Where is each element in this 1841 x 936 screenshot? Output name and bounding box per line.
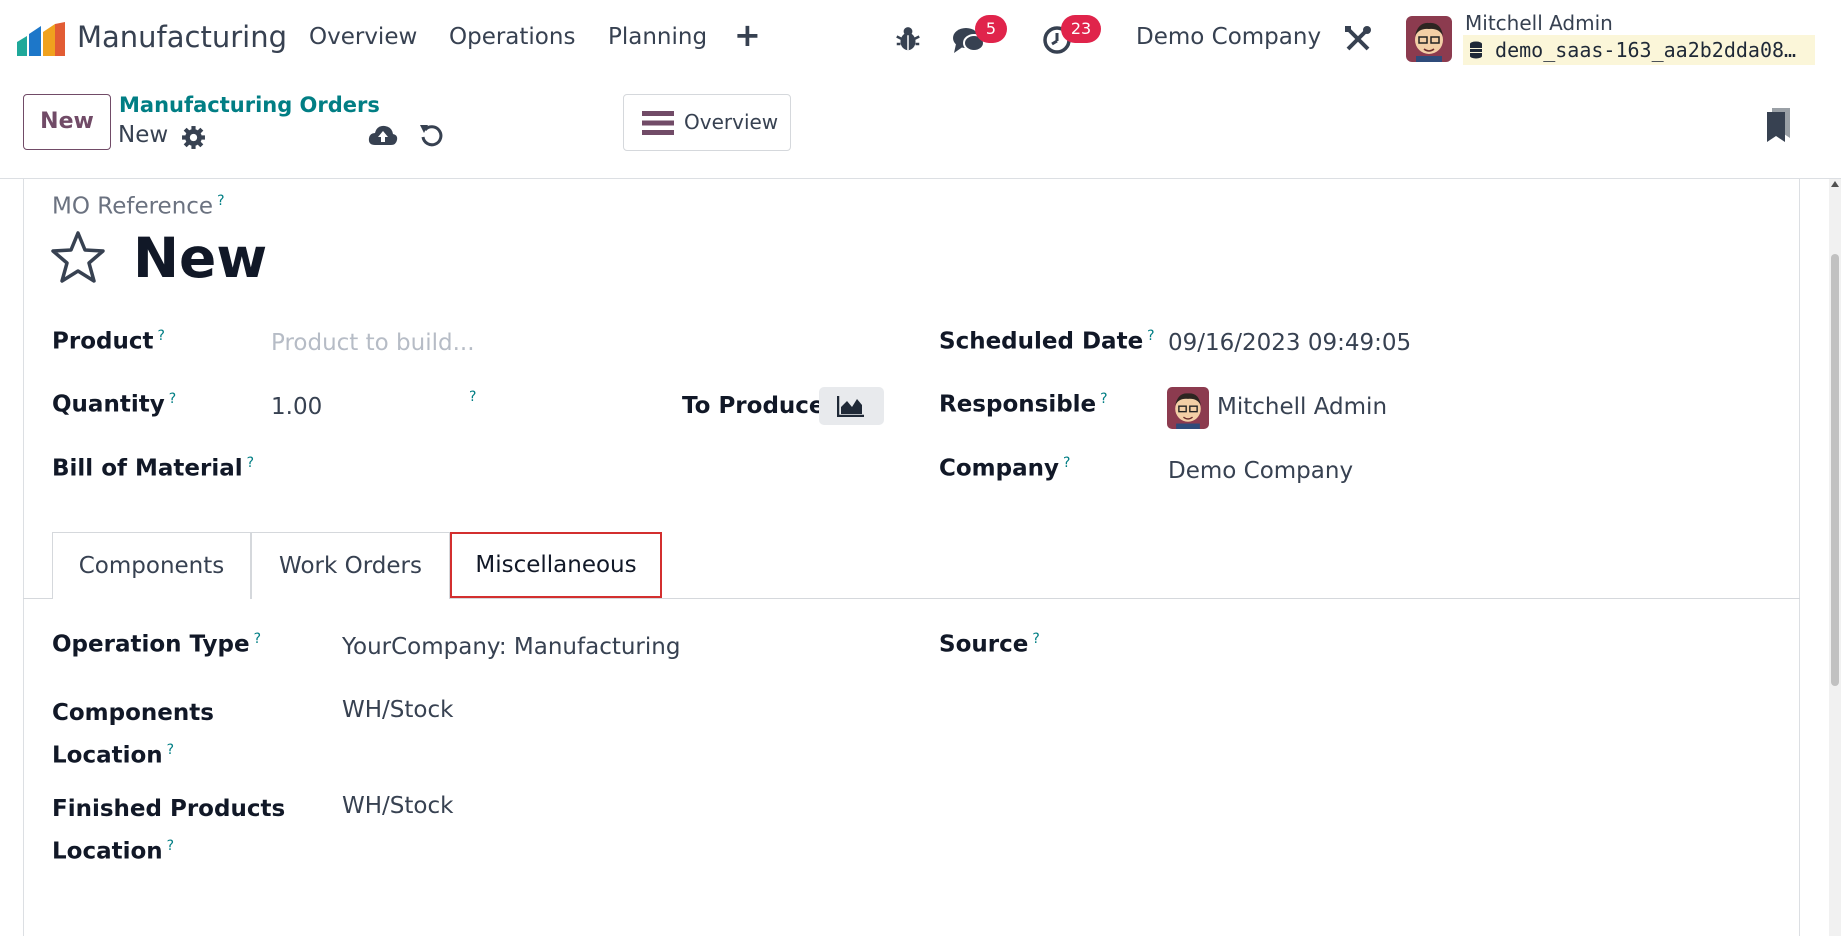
activities-badge: 23 bbox=[1061, 15, 1101, 43]
control-panel: New Manufacturing Orders New Overview bbox=[0, 80, 1841, 179]
breadcrumb-current-record: New bbox=[118, 122, 169, 148]
company-switcher[interactable]: Demo Company bbox=[1136, 24, 1321, 50]
menu-overview[interactable]: Overview bbox=[309, 24, 417, 50]
to-produce-label: To Produce bbox=[682, 393, 825, 419]
tools-icon[interactable] bbox=[1343, 24, 1373, 54]
company-label: Company? bbox=[939, 455, 1071, 482]
view-switcher-label: Overview bbox=[684, 110, 779, 134]
cloud-upload-icon[interactable] bbox=[368, 122, 398, 148]
responsible-label: Responsible? bbox=[939, 391, 1108, 418]
finished-products-location-label: Finished Products Location? bbox=[52, 796, 286, 865]
forecast-report-button[interactable] bbox=[819, 387, 884, 425]
components-location-label: Components Location? bbox=[52, 700, 214, 769]
menu-operations[interactable]: Operations bbox=[449, 24, 575, 50]
database-icon bbox=[1470, 41, 1482, 59]
bug-icon[interactable] bbox=[893, 24, 923, 54]
tab-components[interactable]: Components bbox=[52, 532, 251, 599]
user-name[interactable]: Mitchell Admin bbox=[1465, 11, 1613, 35]
app-logo-icon[interactable] bbox=[17, 22, 65, 56]
undo-icon[interactable] bbox=[418, 121, 446, 149]
database-name: demo_saas-163_aa2b2dda08… bbox=[1463, 35, 1815, 65]
responsible-avatar bbox=[1167, 387, 1209, 429]
database-label: demo_saas-163_aa2b2dda08… bbox=[1495, 38, 1797, 62]
company-input[interactable]: Demo Company bbox=[1168, 458, 1353, 484]
scheduled-date-input[interactable]: 09/16/2023 09:49:05 bbox=[1168, 330, 1411, 356]
star-icon[interactable] bbox=[50, 230, 106, 286]
bom-label: Bill of Material? bbox=[52, 455, 255, 482]
scheduled-date-label: Scheduled Date? bbox=[939, 328, 1155, 355]
mo-reference-label: MO Reference? bbox=[52, 193, 225, 220]
hamburger-icon bbox=[642, 111, 674, 135]
finished-products-location-input[interactable]: WH/Stock bbox=[342, 793, 453, 819]
gear-icon[interactable] bbox=[181, 125, 206, 150]
scrollbar[interactable] bbox=[1829, 179, 1841, 936]
bom-input[interactable] bbox=[271, 452, 671, 488]
record-title[interactable]: New bbox=[133, 226, 267, 290]
quantity-label: Quantity? bbox=[52, 391, 177, 418]
source-input[interactable] bbox=[1168, 628, 1728, 664]
bookmark-icon[interactable] bbox=[1766, 108, 1792, 142]
menu-planning[interactable]: Planning bbox=[608, 24, 707, 50]
area-chart-icon bbox=[837, 396, 864, 417]
user-avatar[interactable] bbox=[1406, 16, 1452, 62]
quantity-input[interactable]: 1.00 bbox=[271, 394, 451, 420]
plus-icon[interactable]: + bbox=[734, 16, 761, 54]
scroll-thumb[interactable] bbox=[1831, 254, 1839, 686]
new-button[interactable]: New bbox=[23, 94, 111, 150]
product-label: Product? bbox=[52, 328, 165, 355]
tab-work-orders[interactable]: Work Orders bbox=[251, 532, 450, 599]
responsible-input[interactable]: Mitchell Admin bbox=[1217, 394, 1387, 420]
source-label: Source? bbox=[939, 631, 1040, 658]
view-switcher-button[interactable]: Overview bbox=[623, 94, 791, 151]
operation-type-label: Operation Type? bbox=[52, 631, 261, 658]
uom-help: ? bbox=[469, 389, 477, 405]
scroll-up-arrow[interactable] bbox=[1831, 181, 1839, 187]
product-input[interactable]: Product to build... bbox=[271, 330, 671, 356]
components-location-input[interactable]: WH/Stock bbox=[342, 697, 453, 723]
operation-type-input[interactable]: YourCompany: Manufacturing bbox=[342, 634, 680, 660]
breadcrumb-manufacturing-orders[interactable]: Manufacturing Orders bbox=[119, 93, 380, 117]
top-navbar: Manufacturing Overview Operations Planni… bbox=[0, 0, 1841, 80]
messages-badge: 5 bbox=[975, 15, 1007, 43]
tab-miscellaneous[interactable]: Miscellaneous bbox=[450, 532, 662, 598]
app-name[interactable]: Manufacturing bbox=[77, 20, 287, 54]
